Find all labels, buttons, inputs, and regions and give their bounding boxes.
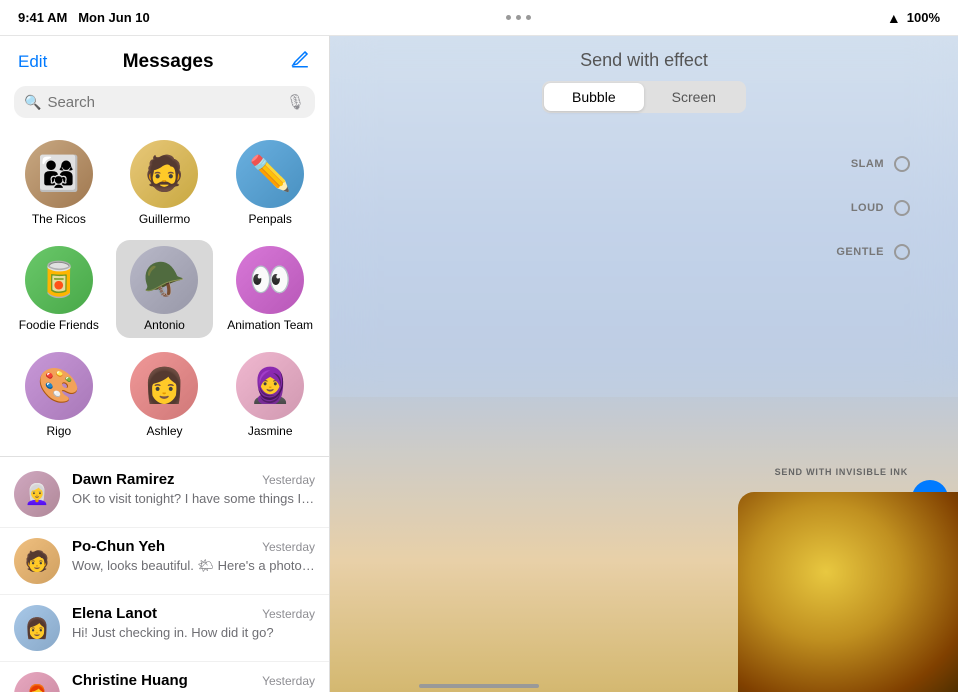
avatar-circle-ricos: 👨‍👩‍👧 [25,140,93,208]
messages-panel: Edit Messages 🔍 🎙 👨‍👩‍👧 The Ricos 🧔 Guiller… [0,36,330,692]
status-bar: 9:41 AM Mon Jun 10 ▲ 100% [0,0,958,36]
conversation-list: 👩‍🦳 Dawn Ramirez Yesterday OK to visit toni… [0,461,329,692]
conv-name-pochun: Po-Chun Yeh [72,538,165,555]
avatar-circle-animation: 👀 [236,246,304,314]
dot1 [506,15,511,20]
avatar-circle-jasmine: 🧕 [236,352,304,420]
dot2 [516,15,521,20]
avatar-circle-guillermo: 🧔 [130,140,198,208]
avatar-item-ricos[interactable]: 👨‍👩‍👧 The Ricos [10,134,108,232]
conv-name-dawn: Dawn Ramirez [72,471,175,488]
conv-preview-pochun: Wow, looks beautiful. 🌤 Here's a photo o… [72,557,315,575]
slam-radio[interactable] [894,156,910,172]
date-display: Mon Jun 10 [78,10,150,25]
avatar-label-guillermo: Guillermo [139,212,190,226]
avatar-item-antonio[interactable]: 🪖 Antonio [116,240,214,338]
conversation-item-dawn[interactable]: 👩‍🦳 Dawn Ramirez Yesterday OK to visit toni… [0,461,329,528]
avatar-label-jasmine: Jasmine [248,424,293,438]
preview-card [738,492,958,692]
gentle-radio[interactable] [894,244,910,260]
search-bar[interactable]: 🔍 🎙 [14,86,315,118]
avatar-label-rigo: Rigo [46,424,71,438]
preview-card-inner [738,492,958,692]
search-icon: 🔍 [24,94,41,111]
conv-preview-dawn: OK to visit tonight? I have some things … [72,490,315,508]
avatar-item-foodie[interactable]: 🥫 Foodie Friends [10,240,108,338]
conv-time-elena: Yesterday [262,607,315,621]
avatar-item-jasmine[interactable]: 🧕 Jasmine [221,346,319,444]
avatar-label-antonio: Antonio [144,318,185,332]
conv-preview-elena: Hi! Just checking in. How did it go? [72,624,315,642]
wifi-icon: ▲ [887,10,901,26]
conv-avatar-elena: 👩 [14,605,60,651]
avatar-circle-ashley: 👩 [130,352,198,420]
slam-label: SLAM [851,158,884,170]
divider [0,456,329,457]
avatar-label-foodie: Foodie Friends [19,318,99,332]
messages-header: Edit Messages [0,36,329,84]
conv-time-christine: Yesterday [262,674,315,688]
status-right: ▲ 100% [887,10,940,26]
conv-name-elena: Elena Lanot [72,605,157,622]
avatar-item-rigo[interactable]: 🎨 Rigo [10,346,108,444]
avatar-circle-antonio: 🪖 [130,246,198,314]
right-panel: Send with effect Bubble Screen SLAM LOUD… [330,36,958,692]
microphone-icon[interactable]: 🎙 [286,93,305,111]
conv-time-pochun: Yesterday [262,540,315,554]
status-time: 9:41 AM Mon Jun 10 [18,10,150,25]
messages-title: Messages [123,51,214,73]
avatar-circle-rigo: 🎨 [25,352,93,420]
conv-avatar-christine: 👩‍🦰 [14,672,60,692]
conversation-item-elena[interactable]: 👩 Elena Lanot Yesterday Hi! Just checking i… [0,595,329,662]
dot3 [526,15,531,20]
tab-screen[interactable]: Screen [644,83,744,111]
effect-toggle: Bubble Screen [542,81,746,113]
avatar-label-animation: Animation Team [227,318,313,332]
conv-avatar-pochun: 🧑 [14,538,60,584]
conversation-item-christine[interactable]: 👩‍🦰Christine HuangYesterdayMe too, haha.… [0,662,329,692]
loud-radio[interactable] [894,200,910,216]
conv-name-christine: Christine Huang [72,672,188,689]
time-display: 9:41 AM [18,10,67,25]
avatar-item-penpals[interactable]: ✏️ Penpals [221,134,319,232]
effect-loud[interactable]: LOUD [851,200,910,216]
conversation-item-pochun[interactable]: 🧑 Po-Chun Yeh Yesterday Wow, looks beautifu… [0,528,329,595]
conv-time-dawn: Yesterday [262,473,315,487]
avatar-circle-penpals: ✏️ [236,140,304,208]
effect-slam[interactable]: SLAM [851,156,910,172]
effects-sidebar: SLAM LOUD GENTLE [836,156,958,260]
avatar-label-ashley: Ashley [146,424,182,438]
avatar-item-guillermo[interactable]: 🧔 Guillermo [116,134,214,232]
conv-body-christine: Christine HuangYesterdayMe too, haha. Se… [72,672,315,692]
status-center-dots [506,15,531,20]
invisible-ink-label: SEND WITH INVISIBLE INK [775,467,908,477]
compose-icon[interactable] [289,48,311,76]
battery-indicator: 100% [907,10,940,25]
avatar-item-animation[interactable]: 👀 Animation Team [221,240,319,338]
home-indicator [419,684,539,688]
avatar-circle-foodie: 🥫 [25,246,93,314]
gentle-label: GENTLE [836,246,884,258]
conv-body-pochun: Po-Chun Yeh Yesterday Wow, looks beautiful… [72,538,315,575]
avatar-label-penpals: Penpals [248,212,291,226]
avatar-grid: 👨‍👩‍👧 The Ricos 🧔 Guillermo ✏️ Penpals 🥫 Foodie… [0,128,329,450]
edit-button[interactable]: Edit [18,52,47,72]
avatar-label-ricos: The Ricos [32,212,86,226]
conv-avatar-dawn: 👩‍🦳 [14,471,60,517]
conv-body-elena: Elena Lanot Yesterday Hi! Just checking in… [72,605,315,642]
send-effect-title: Send with effect [580,50,708,71]
right-panel-content: Send with effect Bubble Screen [330,36,958,113]
conv-body-dawn: Dawn Ramirez Yesterday OK to visit tonight… [72,471,315,508]
tab-bubble[interactable]: Bubble [544,83,644,111]
search-input[interactable] [47,94,280,111]
avatar-item-ashley[interactable]: 👩 Ashley [116,346,214,444]
loud-label: LOUD [851,202,884,214]
effect-gentle[interactable]: GENTLE [836,244,910,260]
